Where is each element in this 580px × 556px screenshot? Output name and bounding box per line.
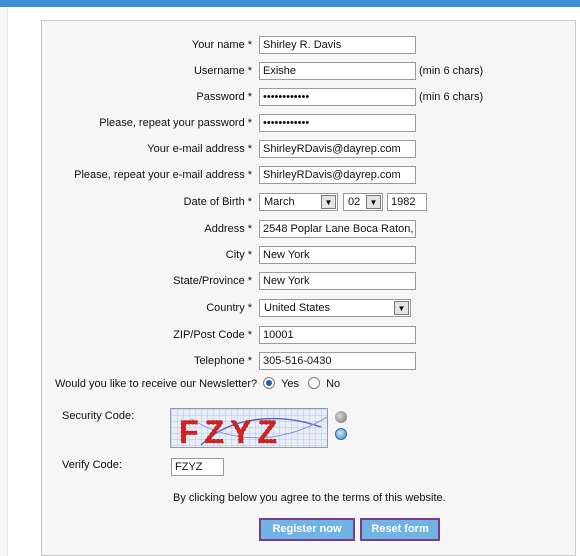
row-password-repeat: Please, repeat your password * ••••••••••… — [42, 114, 577, 134]
address-input[interactable]: 2548 Poplar Lane Boca Raton, F — [259, 220, 416, 238]
country-label: Country * — [206, 302, 252, 314]
newsletter-no-label: No — [326, 378, 341, 390]
radio-no[interactable] — [308, 377, 320, 389]
username-hint: (min 6 chars) — [419, 65, 484, 77]
username-input[interactable]: Exishe — [259, 62, 416, 80]
row-username: Username * Exishe (min 6 chars) — [42, 62, 577, 82]
country-value: United States — [264, 302, 331, 314]
chevron-down-icon[interactable]: ▼ — [394, 301, 409, 315]
zip-input[interactable]: 10001 — [259, 326, 416, 344]
city-input[interactable]: New York — [259, 246, 416, 264]
row-password: Password * •••••••••••• (min 6 chars) — [42, 88, 577, 108]
dob-label: Date of Birth * — [183, 196, 252, 208]
captcha-graphic: FZYZ — [171, 409, 327, 448]
registration-form: Your name * Shirley R. Davis Username * Ex… — [41, 20, 576, 556]
captcha-text: FZYZ — [179, 414, 283, 448]
row-state: State/Province * New York — [42, 272, 577, 292]
row-email: Your e-mail address * ShirleyRDavis@dayre… — [42, 140, 577, 160]
password-hint: (min 6 chars) — [419, 91, 484, 103]
row-address: Address * 2548 Poplar Lane Boca Raton, F — [42, 220, 577, 240]
captcha-image: FZYZ — [170, 408, 328, 448]
telephone-label: Telephone * — [193, 355, 252, 367]
radio-yes[interactable] — [263, 377, 275, 389]
newsletter-no-option[interactable]: No — [308, 377, 340, 390]
dob-day-select[interactable]: 02 ▼ — [343, 193, 383, 211]
username-label: Username * — [193, 65, 252, 77]
chevron-down-icon[interactable]: ▼ — [321, 195, 336, 209]
address-label: Address * — [204, 223, 252, 235]
newsletter-yes-option[interactable]: Yes — [263, 377, 299, 390]
row-country: Country * United States ▼ — [42, 299, 577, 319]
email-repeat-input[interactable]: ShirleyRDavis@dayrep.com — [259, 166, 416, 184]
newsletter-label: Would you like to receive our Newsletter… — [55, 378, 258, 390]
name-label: Your name * — [191, 39, 252, 51]
zip-label: ZIP/Post Code * — [173, 329, 252, 341]
left-gutter — [0, 7, 8, 556]
email-repeat-label: Please, repeat your e-mail address * — [74, 169, 252, 181]
register-button[interactable]: Register now — [259, 518, 355, 541]
row-telephone: Telephone * 305-516-0430 — [42, 352, 577, 372]
password-repeat-label: Please, repeat your password * — [99, 117, 252, 129]
dob-month-value: March — [264, 196, 295, 208]
dob-month-select[interactable]: March ▼ — [259, 193, 338, 211]
row-newsletter: Would you like to receive our Newsletter… — [55, 377, 565, 397]
password-repeat-input[interactable]: •••••••••••• — [259, 114, 416, 132]
top-accent-bar — [0, 0, 580, 7]
newsletter-yes-label: Yes — [281, 378, 300, 390]
row-city: City * New York — [42, 246, 577, 266]
refresh-icon[interactable] — [335, 428, 347, 440]
city-label: City * — [225, 249, 252, 261]
dob-day-value: 02 — [348, 196, 361, 208]
audio-icon[interactable] — [335, 411, 347, 423]
chevron-down-icon[interactable]: ▼ — [366, 195, 381, 209]
dob-year-input[interactable]: 1982 — [387, 193, 427, 211]
telephone-input[interactable]: 305-516-0430 — [259, 352, 416, 370]
row-zip: ZIP/Post Code * 10001 — [42, 326, 577, 346]
email-input[interactable]: ShirleyRDavis@dayrep.com — [259, 140, 416, 158]
name-input[interactable]: Shirley R. Davis — [259, 36, 416, 54]
verify-code-input[interactable]: FZYZ — [171, 458, 224, 476]
row-name: Your name * Shirley R. Davis — [42, 36, 577, 56]
row-email-repeat: Please, repeat your e-mail address * Shir… — [42, 166, 577, 186]
email-label: Your e-mail address * — [147, 143, 252, 155]
password-label: Password * — [196, 91, 252, 103]
row-dob: Date of Birth * March ▼ 02 ▼ 1982 — [42, 193, 577, 213]
state-label: State/Province * — [173, 275, 252, 287]
password-input[interactable]: •••••••••••• — [259, 88, 416, 106]
terms-text: By clicking below you agree to the terms… — [173, 492, 446, 504]
reset-button[interactable]: Reset form — [360, 518, 440, 541]
security-code-label: Security Code: — [62, 410, 135, 422]
state-input[interactable]: New York — [259, 272, 416, 290]
verify-code-label: Verify Code: — [62, 459, 122, 471]
country-select[interactable]: United States ▼ — [259, 299, 411, 317]
